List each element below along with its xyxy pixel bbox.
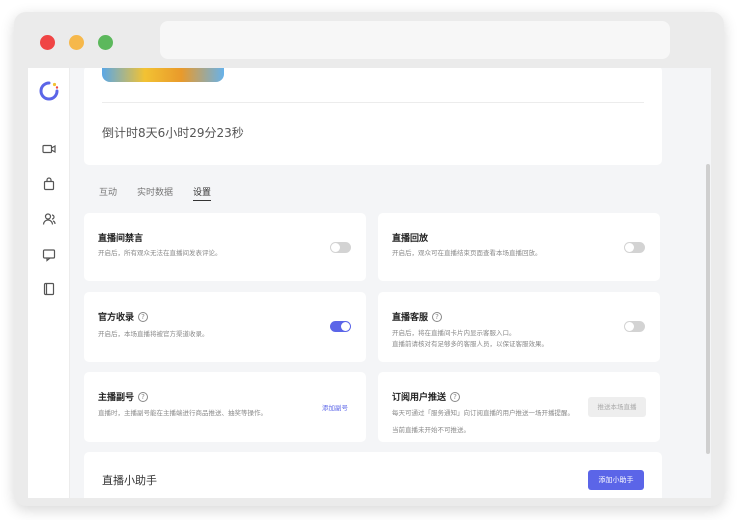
setting-title: 主播副号? [98, 390, 149, 403]
help-icon[interactable]: ? [450, 392, 461, 402]
app-logo-icon[interactable] [39, 81, 59, 101]
setting-card-deputy: 主播副号? 直播时，主播副号能在主播端进行商品推送、抽奖等操作。 添加副号 [84, 372, 366, 442]
close-window-button[interactable] [40, 35, 55, 50]
live-cover-image [102, 68, 224, 82]
tab-interaction[interactable]: 互动 [99, 185, 117, 201]
setting-desc: 开启后，观众可在直播结束页面查看本场直播回放。 [392, 249, 542, 257]
title-bar [14, 12, 724, 68]
maximize-window-button[interactable] [98, 35, 113, 50]
minimize-window-button[interactable] [69, 35, 84, 50]
sidebar [28, 68, 70, 498]
assistant-title: 直播小助手 [102, 474, 157, 487]
bag-icon[interactable] [42, 177, 56, 191]
tab-realtime-data[interactable]: 实时数据 [137, 185, 173, 201]
setting-card-service: 直播客服? 开启后，将在直播间卡片内显示客服入口。 直播前请核对有足够多的客服人… [378, 292, 660, 362]
setting-title: 直播客服? [392, 310, 443, 323]
setting-desc: 每天可通过「服务通知」向订阅直播的用户推送一场开播提醒。 [392, 409, 574, 417]
video-icon[interactable] [42, 142, 56, 156]
service-toggle[interactable] [624, 321, 645, 332]
setting-title: 订阅用户推送? [392, 390, 461, 403]
tab-settings[interactable]: 设置 [193, 185, 212, 201]
official-toggle[interactable] [330, 321, 351, 332]
setting-title: 直播回放 [392, 234, 429, 244]
setting-card-ban: 直播间禁言 开启后，所有观众无法在直播间发表评论。 [84, 213, 366, 281]
setting-card-official: 官方收录? 开启后，本场直播将被官方渠道收录。 [84, 292, 366, 362]
add-assistant-button[interactable]: 添加小助手 [588, 470, 644, 490]
replay-toggle[interactable] [624, 242, 645, 253]
setting-desc-note: 直播前请核对有足够多的客服人员，以保证客服效果。 [392, 340, 548, 348]
setting-title: 直播间禁言 [98, 234, 144, 244]
setting-desc: 直播时，主播副号能在主播端进行商品推送、抽奖等操作。 [98, 409, 267, 417]
ban-toggle[interactable] [330, 242, 351, 253]
help-icon[interactable]: ? [138, 312, 149, 322]
setting-desc: 开启后，将在直播间卡片内显示客服入口。 [392, 329, 516, 337]
setting-desc-note: 当前直播未开始不可推送。 [392, 426, 470, 434]
address-bar[interactable] [160, 21, 670, 59]
chat-icon[interactable] [42, 248, 56, 262]
assistant-card: 直播小助手 添加小助手 [84, 452, 662, 498]
divider [102, 102, 644, 103]
tab-bar: 互动 实时数据 设置 [99, 185, 212, 201]
help-icon[interactable]: ? [432, 312, 443, 322]
main-content: 倒计时8天6小时29分23秒 互动 实时数据 设置 直播间禁言 开启后，所有观众… [84, 68, 676, 498]
add-deputy-link[interactable]: 添加副号 [322, 402, 348, 412]
setting-title: 官方收录? [98, 310, 149, 323]
scrollbar[interactable] [706, 164, 710, 454]
page-viewport: 倒计时8天6小时29分23秒 互动 实时数据 设置 直播间禁言 开启后，所有观众… [28, 68, 711, 498]
countdown-text: 倒计时8天6小时29分23秒 [102, 126, 244, 140]
users-icon[interactable] [42, 212, 56, 226]
browser-window: 倒计时8天6小时29分23秒 互动 实时数据 设置 直播间禁言 开启后，所有观众… [14, 12, 724, 506]
live-info-card: 倒计时8天6小时29分23秒 [84, 68, 662, 165]
push-live-button[interactable]: 推送本场直播 [588, 397, 646, 417]
help-icon[interactable]: ? [138, 392, 149, 402]
setting-desc: 开启后，本场直播将被官方渠道收录。 [98, 330, 209, 338]
setting-card-push: 订阅用户推送? 每天可通过「服务通知」向订阅直播的用户推送一场开播提醒。 当前直… [378, 372, 660, 442]
setting-desc: 开启后，所有观众无法在直播间发表评论。 [98, 249, 222, 257]
setting-card-replay: 直播回放 开启后，观众可在直播结束页面查看本场直播回放。 [378, 213, 660, 281]
book-icon[interactable] [42, 282, 56, 296]
